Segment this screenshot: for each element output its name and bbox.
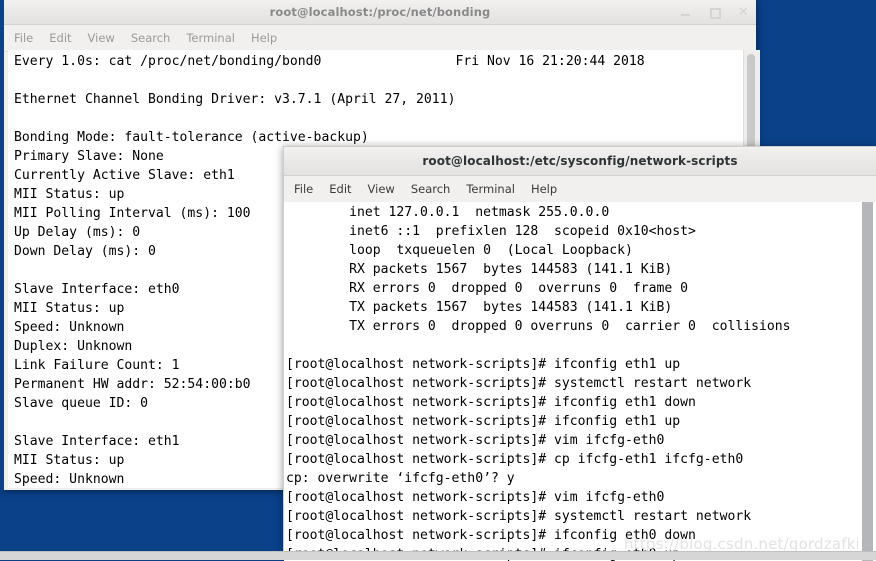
terminal-line: Every 1.0s: cat /proc/net/bonding/bond0 … — [14, 54, 645, 69]
menu-terminal[interactable]: Terminal — [186, 31, 235, 45]
window-controls-bonding[interactable]: ✕ — [679, 0, 750, 24]
terminal-line: cp: overwrite ‘ifcfg-eth0’? y — [286, 471, 515, 486]
terminal-line: inet6 ::1 prefixlen 128 scopeid 0x10<hos… — [286, 224, 696, 239]
terminal-window-network-scripts[interactable]: root@localhost:/etc/sysconfig/network-sc… — [283, 146, 876, 561]
terminal-line: TX packets 1567 bytes 144583 (141.1 KiB) — [286, 300, 673, 315]
menu-terminal[interactable]: Terminal — [466, 182, 515, 196]
menu-edit[interactable]: Edit — [49, 31, 71, 45]
menu-edit[interactable]: Edit — [329, 182, 351, 196]
menu-search[interactable]: Search — [131, 31, 171, 45]
close-icon[interactable]: ✕ — [737, 6, 750, 19]
menu-view[interactable]: View — [368, 182, 395, 196]
terminal-line: [root@localhost network-scripts]# ifconf… — [286, 395, 696, 410]
minimize-icon[interactable] — [679, 6, 692, 19]
terminal-line: Ethernet Channel Bonding Driver: v3.7.1 … — [14, 92, 456, 107]
terminal-line: inet 127.0.0.1 netmask 255.0.0.0 — [286, 205, 610, 220]
titlebar-network-scripts[interactable]: root@localhost:/etc/sysconfig/network-sc… — [284, 147, 876, 176]
scrollbar-thumb[interactable] — [862, 202, 873, 561]
terminal-line: loop txqueuelen 0 (Local Loopback) — [286, 243, 633, 258]
menu-help[interactable]: Help — [531, 182, 557, 196]
terminal-line: [root@localhost network-scripts]# vim if… — [286, 433, 665, 448]
terminal-line: TX errors 0 dropped 0 overruns 0 carrier… — [286, 319, 791, 334]
terminal-line: [root@localhost network-scripts]# cp ifc… — [286, 452, 744, 467]
terminal-line: [root@localhost network-scripts]# ifconf… — [286, 528, 696, 543]
terminal-line: [root@localhost network-scripts]# system… — [286, 376, 752, 391]
menubar-bonding[interactable]: File Edit View Search Terminal Help — [4, 25, 756, 52]
maximize-icon[interactable] — [708, 6, 721, 19]
window-title-bonding: root@localhost:/proc/net/bonding — [269, 5, 491, 19]
menu-file[interactable]: File — [14, 31, 33, 45]
terminal-line: Bonding Mode: fault-tolerance (active-ba… — [14, 130, 369, 145]
menu-help[interactable]: Help — [251, 31, 277, 45]
terminal-output-network-scripts[interactable]: inet 127.0.0.1 netmask 255.0.0.0 inet6 :… — [284, 202, 876, 561]
window-title-network-scripts: root@localhost:/etc/sysconfig/network-sc… — [422, 154, 738, 168]
scrollbar-network-scripts[interactable] — [858, 202, 876, 561]
terminal-text-network-scripts: inet 127.0.0.1 netmask 255.0.0.0 inet6 :… — [286, 203, 876, 561]
menu-file[interactable]: File — [294, 182, 313, 196]
menubar-network-scripts[interactable]: File Edit View Search Terminal Help — [284, 176, 876, 203]
terminal-line: [root@localhost network-scripts]# vim if… — [286, 490, 665, 505]
terminal-line: RX errors 0 dropped 0 overruns 0 frame 0 — [286, 281, 689, 296]
terminal-line: RX packets 1567 bytes 144583 (141.1 KiB) — [286, 262, 673, 277]
menu-search[interactable]: Search — [411, 182, 451, 196]
taskbar[interactable] — [0, 551, 876, 560]
menu-view[interactable]: View — [88, 31, 115, 45]
terminal-line: [root@localhost network-scripts]# ifconf… — [286, 357, 681, 372]
titlebar-bonding[interactable]: root@localhost:/proc/net/bonding ✕ — [4, 0, 756, 25]
terminal-line: [root@localhost network-scripts]# system… — [286, 509, 752, 524]
terminal-line: [root@localhost network-scripts]# ifconf… — [286, 414, 681, 429]
